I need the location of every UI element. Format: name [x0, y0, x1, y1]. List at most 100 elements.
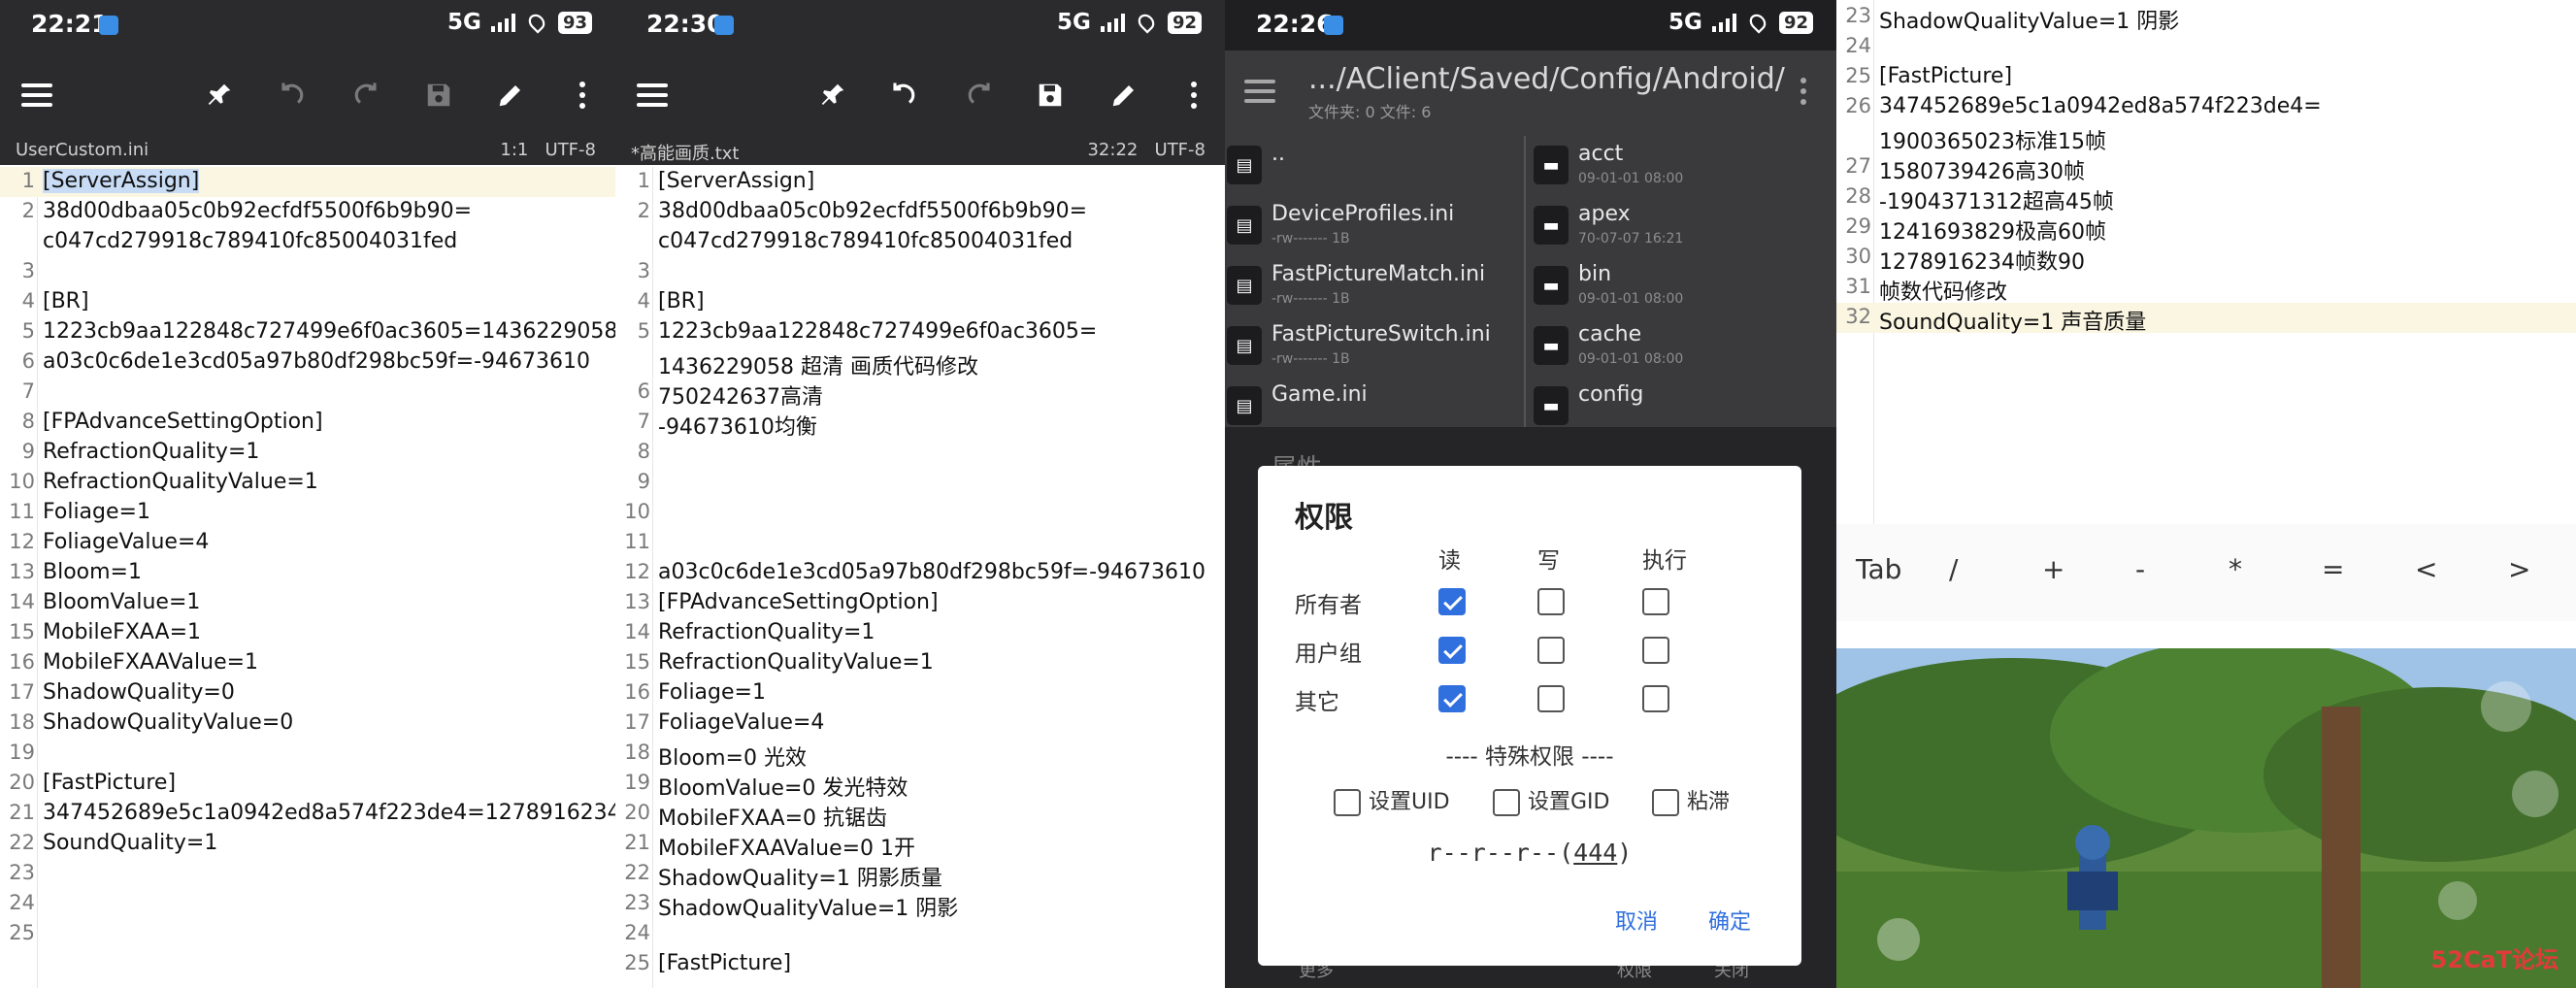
editor-line[interactable]: 22 ShadowQuality=1 阴影质量 [615, 859, 1225, 891]
permission-checkbox[interactable] [1438, 685, 1466, 712]
key-button[interactable]: = [2322, 553, 2344, 585]
cancel-button[interactable]: 取消 [1615, 905, 1658, 936]
editor-line[interactable]: 11 [615, 528, 1225, 558]
editor-line[interactable]: 20 [FastPicture] [0, 769, 615, 799]
setgid-option[interactable]: 设置GID [1493, 784, 1609, 816]
editor-line[interactable]: 3 [615, 257, 1225, 287]
more-icon[interactable] [1784, 72, 1823, 111]
editor-line[interactable]: 23 [0, 859, 615, 889]
editor-line[interactable]: 12 a03c0c6de1e3cd05a97b80df298bc59f=-9467… [615, 558, 1225, 588]
editor-line[interactable]: 6 a03c0c6de1e3cd05a97b80df298bc59f=-94673… [0, 347, 615, 378]
editor-line[interactable]: 23 ShadowQualityValue=1 阴影 [1836, 2, 2576, 34]
undo-icon[interactable] [274, 76, 313, 115]
editor-line[interactable]: 1 [ServerAssign] [0, 167, 615, 197]
permission-checkbox[interactable] [1537, 637, 1565, 664]
save-icon[interactable] [1031, 76, 1070, 115]
editor-line[interactable]: 14 RefractionQuality=1 [615, 618, 1225, 648]
text-editor[interactable]: 1 [ServerAssign] 2 38d00dbaa05c0b92ecfdf550… [615, 167, 1225, 979]
editor-line[interactable]: 16 Foliage=1 [615, 678, 1225, 708]
key-button[interactable]: Tab [1856, 553, 1901, 585]
editor-line[interactable]: 18 ShadowQualityValue=0 [0, 708, 615, 739]
editor-line[interactable]: 21 347452689e5c1a0942ed8a574f223de4=12789… [0, 799, 615, 829]
editor-line[interactable]: 10 [615, 498, 1225, 528]
undo-icon[interactable] [885, 76, 924, 115]
editor-line[interactable]: 19 [0, 739, 615, 769]
editor-line[interactable]: 12 FoliageValue=4 [0, 528, 615, 558]
setuid-checkbox[interactable] [1334, 789, 1361, 816]
editor-line[interactable]: 29 1241693829极高60帧 [1836, 213, 2576, 245]
editor-line[interactable]: 7 -94673610均衡 [615, 408, 1225, 440]
editor-line[interactable]: 30 1278916234帧数90 [1836, 243, 2576, 275]
editor-line[interactable]: 15 MobileFXAA=1 [0, 618, 615, 648]
editor-line[interactable]: 21 MobileFXAAValue=0 1开 [615, 829, 1225, 861]
editor-line[interactable]: c047cd279918c789410fc85004031fed [615, 227, 1225, 257]
editor-line[interactable]: 5 1223cb9aa122848c727499e6f0ac3605=143622… [0, 317, 615, 347]
save-icon[interactable] [419, 76, 458, 115]
editor-line[interactable]: 2 38d00dbaa05c0b92ecfdf5500f6b9b90= [0, 197, 615, 227]
pin-icon[interactable] [813, 76, 852, 115]
editor-line[interactable]: 16 MobileFXAAValue=1 [0, 648, 615, 678]
editor-line[interactable]: 24 [0, 889, 615, 919]
editor-line[interactable]: 7 [0, 378, 615, 408]
menu-icon[interactable] [1240, 72, 1279, 111]
permission-checkbox[interactable] [1537, 588, 1565, 615]
editor-line[interactable]: 3 [0, 257, 615, 287]
more-icon[interactable] [1174, 76, 1213, 115]
editor-line[interactable]: 10 RefractionQualityValue=1 [0, 468, 615, 498]
editor-line[interactable]: 28 -1904371312超高45帧 [1836, 182, 2576, 214]
permission-checkbox[interactable] [1642, 637, 1669, 664]
ok-button[interactable]: 确定 [1708, 905, 1751, 936]
editor-line[interactable]: 1436229058 超清 画质代码修改 [615, 347, 1225, 379]
editor-line[interactable]: 5 1223cb9aa122848c727499e6f0ac3605= [615, 317, 1225, 347]
text-editor[interactable]: 23 ShadowQualityValue=1 阴影 24 25 [FastPictur… [1836, 2, 2576, 335]
editor-line[interactable]: 22 SoundQuality=1 [0, 829, 615, 859]
key-button[interactable]: / [1949, 553, 1958, 585]
permission-checkbox[interactable] [1642, 588, 1669, 615]
permission-checkbox[interactable] [1642, 685, 1669, 712]
menu-icon[interactable] [17, 76, 56, 115]
sticky-option[interactable]: 粘滞 [1652, 784, 1730, 816]
editor-line[interactable]: 1 [ServerAssign] [615, 167, 1225, 197]
editor-line[interactable]: 32 SoundQuality=1 声音质量 [1836, 303, 2576, 335]
editor-line[interactable]: 25 [FastPicture] [1836, 62, 2576, 92]
redo-icon[interactable] [346, 76, 384, 115]
redo-icon[interactable] [959, 76, 998, 115]
editor-line[interactable]: 19 BloomValue=0 发光特效 [615, 769, 1225, 801]
key-button[interactable]: < [2415, 553, 2437, 585]
editor-line[interactable]: 31 帧数代码修改 [1836, 273, 2576, 305]
editor-line[interactable]: 1900365023标准15帧 [1836, 122, 2576, 154]
permission-checkbox[interactable] [1438, 588, 1466, 615]
permission-checkbox[interactable] [1438, 637, 1466, 664]
editor-line[interactable]: 25 [FastPicture] [615, 949, 1225, 979]
setgid-checkbox[interactable] [1493, 789, 1520, 816]
permission-checkbox[interactable] [1537, 685, 1565, 712]
editor-line[interactable]: 17 FoliageValue=4 [615, 708, 1225, 739]
editor-line[interactable]: 8 [FPAdvanceSettingOption] [0, 408, 615, 438]
editor-line[interactable]: 20 MobileFXAA=0 抗锯齿 [615, 799, 1225, 831]
sticky-checkbox[interactable] [1652, 789, 1679, 816]
editor-line[interactable]: 8 [615, 438, 1225, 468]
editor-line[interactable]: 24 [615, 919, 1225, 949]
editor-line[interactable]: c047cd279918c789410fc85004031fed [0, 227, 615, 257]
edit-icon[interactable] [491, 76, 530, 115]
key-button[interactable]: - [2135, 553, 2145, 585]
edit-icon[interactable] [1105, 76, 1143, 115]
more-icon[interactable] [563, 76, 602, 115]
setuid-option[interactable]: 设置UID [1334, 784, 1450, 816]
editor-line[interactable]: 27 1580739426高30帧 [1836, 152, 2576, 184]
key-button[interactable]: + [2042, 553, 2064, 585]
editor-line[interactable]: 26 347452689e5c1a0942ed8a574f223de4= [1836, 92, 2576, 122]
editor-line[interactable]: 4 [BR] [0, 287, 615, 317]
editor-line[interactable]: 13 [FPAdvanceSettingOption] [615, 588, 1225, 618]
editor-line[interactable]: 9 [615, 468, 1225, 498]
editor-line[interactable]: 9 RefractionQuality=1 [0, 438, 615, 468]
menu-icon[interactable] [633, 76, 672, 115]
editor-line[interactable]: 23 ShadowQualityValue=1 阴影 [615, 889, 1225, 921]
pin-icon[interactable] [200, 76, 239, 115]
editor-line[interactable]: 24 [1836, 32, 2576, 62]
editor-line[interactable]: 6 750242637高清 [615, 378, 1225, 410]
editor-line[interactable]: 4 [BR] [615, 287, 1225, 317]
editor-line[interactable]: 25 [0, 919, 615, 949]
editor-line[interactable]: 15 RefractionQualityValue=1 [615, 648, 1225, 678]
text-editor[interactable]: 1 [ServerAssign] 2 38d00dbaa05c0b92ecfdf550… [0, 167, 615, 949]
